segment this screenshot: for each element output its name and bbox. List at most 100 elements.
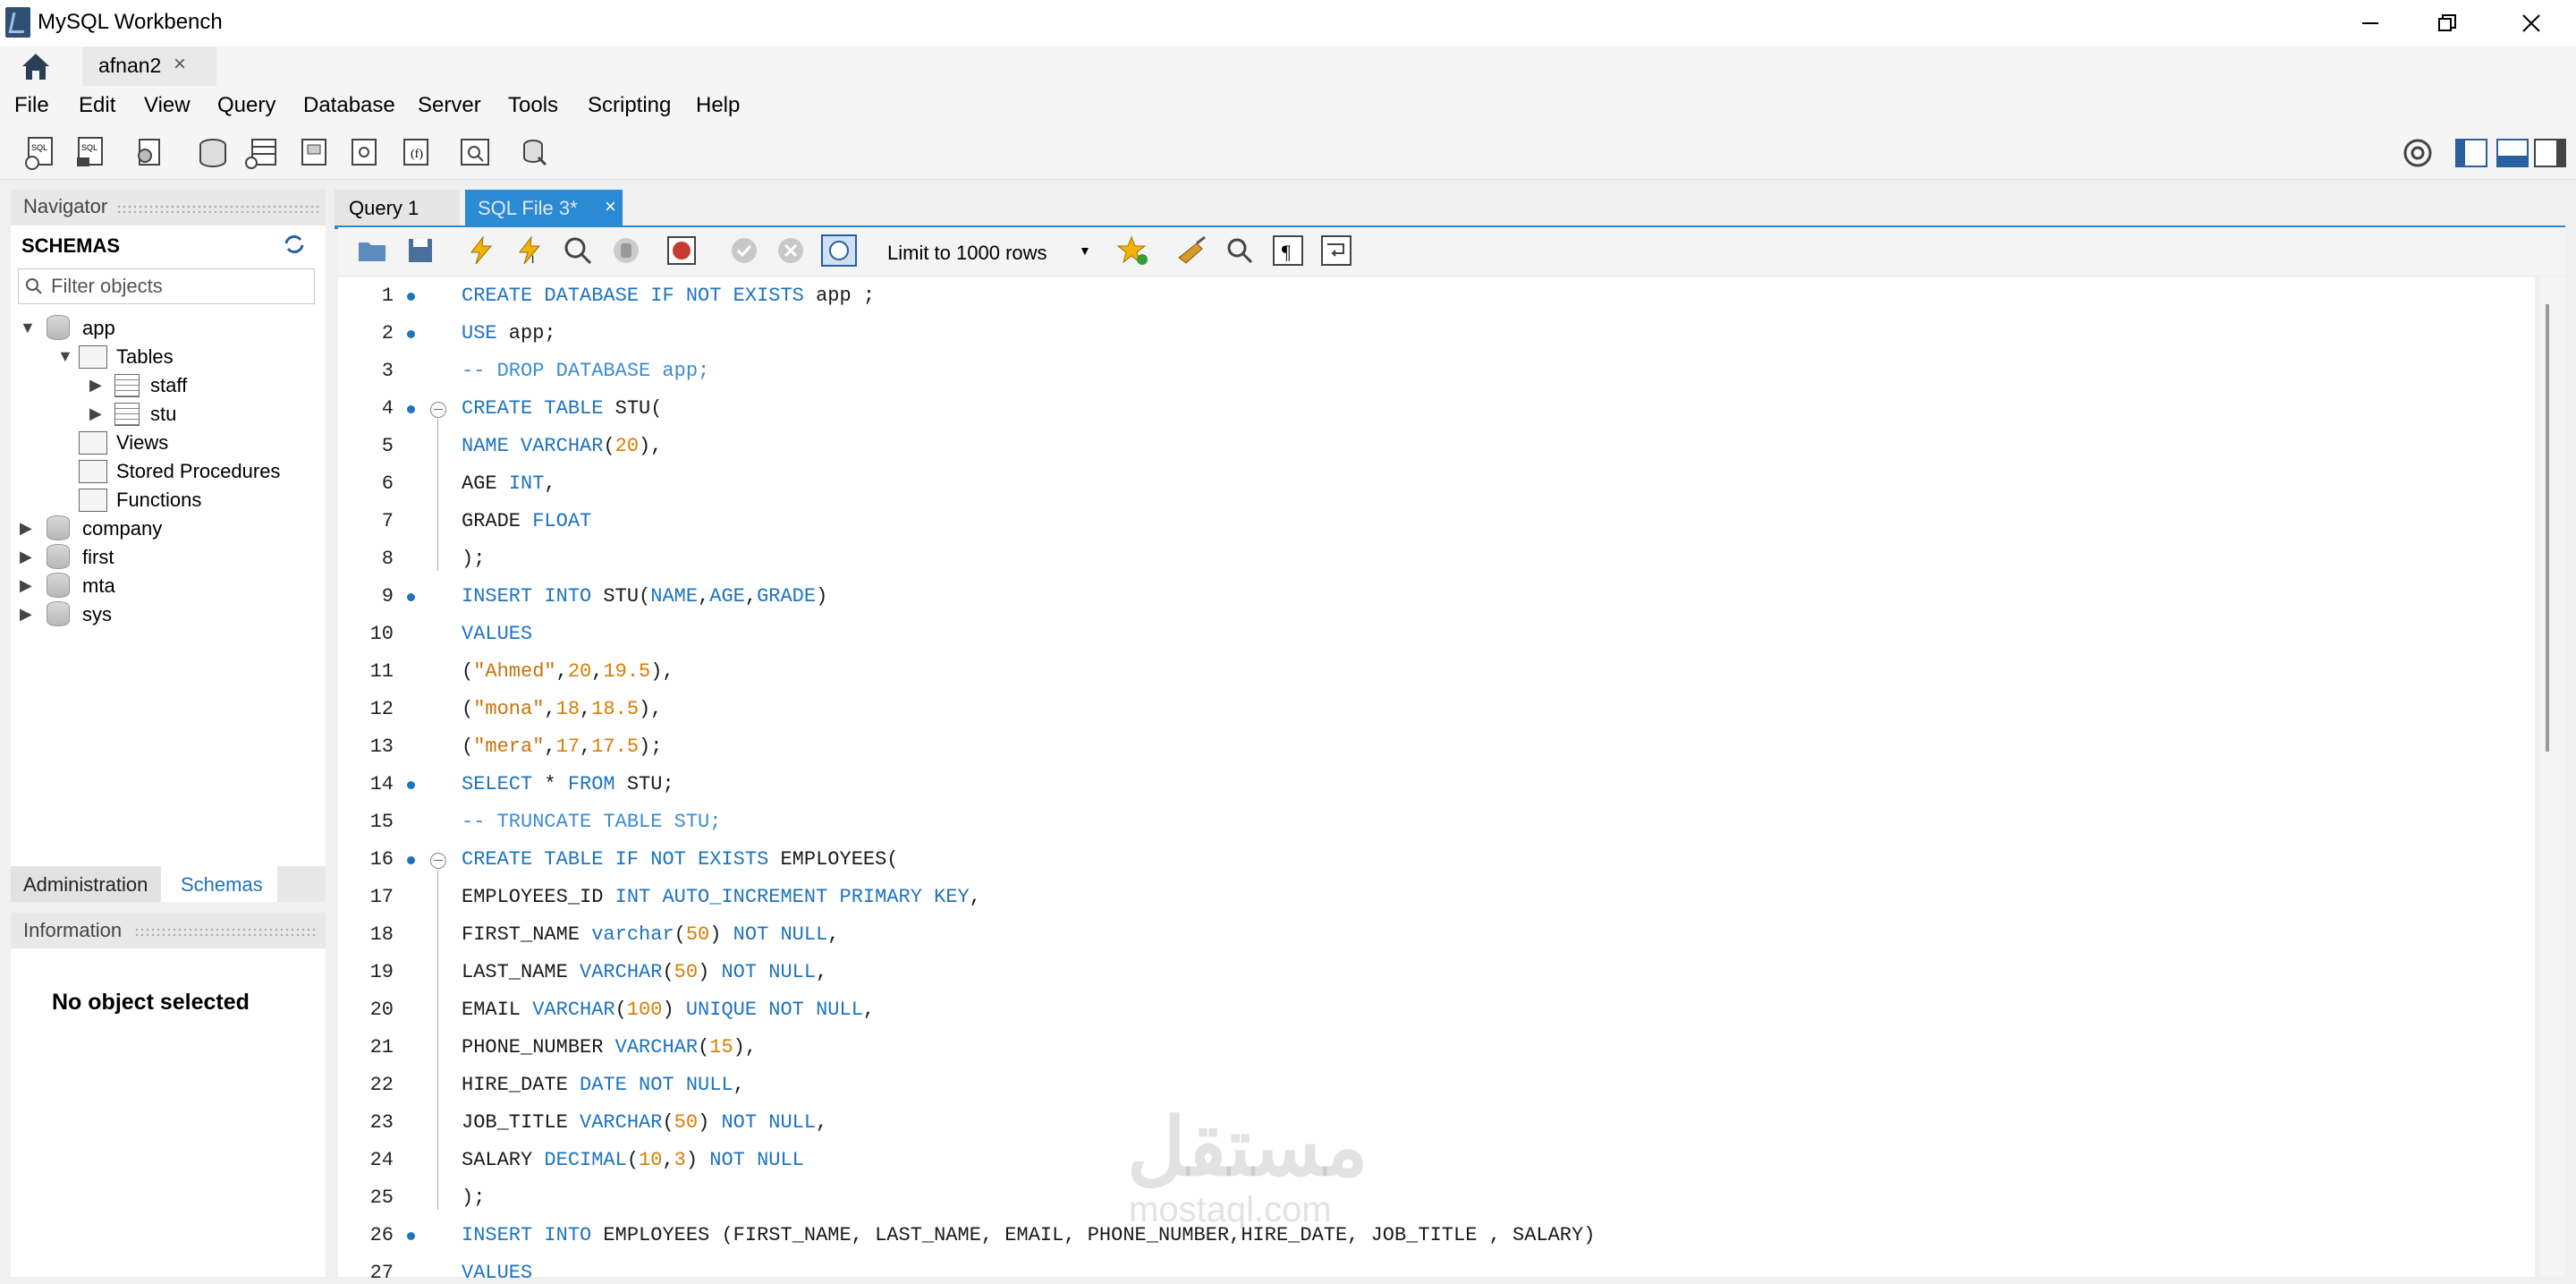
reconnect-icon[interactable] bbox=[515, 134, 553, 172]
execute-lightning-icon[interactable] bbox=[465, 234, 497, 267]
tab-schemas[interactable]: Schemas bbox=[161, 866, 277, 902]
code-line[interactable]: JOB_TITLE VARCHAR(50) NOT NULL, bbox=[462, 1111, 827, 1134]
expand-arrow-tables[interactable]: ▼ bbox=[57, 347, 73, 366]
fold-toggle-icon[interactable] bbox=[430, 402, 446, 418]
expand-arrow-mta[interactable]: ▶ bbox=[20, 576, 32, 595]
commit-icon[interactable] bbox=[728, 234, 760, 267]
create-schema-icon[interactable] bbox=[193, 134, 231, 172]
code-line[interactable]: GRADE FLOAT bbox=[462, 510, 591, 532]
beautify-broom-icon[interactable] bbox=[1175, 234, 1208, 267]
code-line[interactable]: PHONE_NUMBER VARCHAR(15), bbox=[462, 1036, 757, 1059]
expand-arrow-stu[interactable]: ▶ bbox=[89, 404, 102, 423]
code-line[interactable]: CREATE TABLE STU( bbox=[462, 397, 662, 420]
limit-rows-select[interactable]: Limit to 1000 rows ▼ bbox=[880, 234, 1098, 268]
schema-first[interactable]: first bbox=[82, 546, 114, 569]
schema-sys[interactable]: sys bbox=[82, 603, 112, 626]
close-tab-icon[interactable]: × bbox=[605, 195, 616, 218]
stop-hand-icon[interactable] bbox=[610, 234, 642, 267]
code-line[interactable]: EMAIL VARCHAR(100) UNIQUE NOT NULL, bbox=[462, 999, 875, 1021]
tab-administration[interactable]: Administration bbox=[11, 866, 161, 902]
tree-item-stu[interactable]: stu bbox=[150, 403, 176, 426]
tree-item-views[interactable]: Views bbox=[116, 431, 168, 455]
schema-mta[interactable]: mta bbox=[82, 574, 115, 598]
minimize-button[interactable] bbox=[2329, 4, 2411, 43]
word-wrap-icon[interactable] bbox=[1320, 234, 1352, 267]
rollback-icon[interactable] bbox=[775, 234, 807, 267]
menu-tools[interactable]: Tools bbox=[508, 93, 558, 118]
code-line[interactable]: CREATE TABLE IF NOT EXISTS EMPLOYEES( bbox=[462, 848, 899, 871]
expand-arrow-sys[interactable]: ▶ bbox=[20, 605, 32, 624]
code-line[interactable]: -- DROP DATABASE app; bbox=[462, 360, 709, 382]
filter-objects-input[interactable] bbox=[49, 273, 303, 300]
invisible-chars-pilcrow-icon[interactable]: ¶ bbox=[1272, 234, 1304, 267]
expand-arrow-staff[interactable]: ▶ bbox=[89, 376, 102, 395]
execute-current-statement-icon[interactable]: I bbox=[513, 234, 546, 267]
expand-arrow-app[interactable]: ▼ bbox=[20, 319, 36, 337]
code-line[interactable]: LAST_NAME VARCHAR(50) NOT NULL, bbox=[462, 961, 827, 983]
search-table-data-icon[interactable] bbox=[456, 134, 494, 172]
create-table-icon[interactable] bbox=[243, 134, 281, 172]
code-line[interactable]: INSERT INTO EMPLOYEES (FIRST_NAME, LAST_… bbox=[462, 1224, 1595, 1246]
toggle-sidebar-icon[interactable] bbox=[2453, 134, 2490, 172]
create-procedure-icon[interactable] bbox=[345, 134, 383, 172]
home-button[interactable] bbox=[16, 47, 55, 86]
create-view-icon[interactable] bbox=[295, 134, 333, 172]
create-function-icon[interactable]: (f) bbox=[397, 134, 435, 172]
menu-help[interactable]: Help bbox=[696, 93, 740, 118]
find-magnifier-icon[interactable] bbox=[1224, 234, 1256, 267]
code-line[interactable]: AGE INT, bbox=[462, 472, 556, 495]
code-line[interactable]: ); bbox=[462, 548, 485, 570]
code-line[interactable]: INSERT INTO STU(NAME,AGE,GRADE) bbox=[462, 585, 827, 608]
menu-edit[interactable]: Edit bbox=[79, 93, 115, 118]
save-icon[interactable] bbox=[404, 234, 436, 267]
explain-magnifier-icon[interactable] bbox=[562, 234, 594, 267]
refresh-schemas-icon[interactable] bbox=[281, 231, 308, 258]
code-line[interactable]: VALUES bbox=[462, 623, 532, 645]
code-line[interactable]: FIRST_NAME varchar(50) NOT NULL, bbox=[462, 923, 840, 946]
vertical-scrollbar[interactable] bbox=[2540, 277, 2565, 1277]
code-line[interactable]: NAME VARCHAR(20), bbox=[462, 435, 662, 457]
tree-item-stored-procedures[interactable]: Stored Procedures bbox=[116, 460, 280, 483]
schema-app[interactable]: app bbox=[82, 317, 115, 340]
code-line[interactable]: ("mona",18,18.5), bbox=[462, 698, 662, 720]
toggle-output-panel-icon[interactable] bbox=[2494, 134, 2531, 172]
code-line[interactable]: EMPLOYEES_ID INT AUTO_INCREMENT PRIMARY … bbox=[462, 886, 981, 908]
scrollbar-thumb[interactable] bbox=[2546, 304, 2549, 752]
menu-server[interactable]: Server bbox=[418, 93, 481, 118]
expand-arrow-company[interactable]: ▶ bbox=[20, 519, 32, 538]
code-line[interactable]: USE app; bbox=[462, 322, 556, 344]
toggle-secondary-sidebar-icon[interactable] bbox=[2533, 134, 2571, 172]
code-line[interactable]: VALUES bbox=[462, 1262, 532, 1284]
code-line[interactable]: ); bbox=[462, 1186, 485, 1209]
code-line[interactable]: ("Ahmed",20,19.5), bbox=[462, 660, 674, 683]
preferences-gear-icon[interactable] bbox=[2399, 134, 2436, 172]
menu-scripting[interactable]: Scripting bbox=[588, 93, 671, 118]
menu-view[interactable]: View bbox=[144, 93, 191, 118]
open-folder-icon[interactable] bbox=[356, 234, 388, 267]
autocommit-toggle-icon[interactable] bbox=[821, 234, 857, 267]
code-line[interactable]: CREATE DATABASE IF NOT EXISTS app ; bbox=[462, 285, 875, 307]
tree-item-tables[interactable]: Tables bbox=[116, 345, 174, 369]
tab-sql-file-3[interactable]: SQL File 3* × bbox=[465, 190, 623, 225]
code-line[interactable]: -- TRUNCATE TABLE STU; bbox=[462, 811, 721, 833]
close-tab-icon[interactable]: × bbox=[174, 52, 186, 77]
add-snippet-star-icon[interactable] bbox=[1116, 234, 1150, 267]
code-line[interactable]: HIRE_DATE DATE NOT NULL, bbox=[462, 1074, 745, 1096]
menu-file[interactable]: File bbox=[14, 93, 49, 118]
connection-tab[interactable]: afnan2 × bbox=[82, 47, 216, 86]
code-line[interactable]: SELECT * FROM STU; bbox=[462, 773, 674, 795]
menu-database[interactable]: Database bbox=[303, 93, 395, 118]
code-line[interactable]: ("mera",17,17.5); bbox=[462, 736, 662, 758]
code-line[interactable]: SALARY DECIMAL(10,3) NOT NULL bbox=[462, 1149, 804, 1171]
inspector-icon[interactable] bbox=[132, 134, 170, 172]
schema-company[interactable]: company bbox=[82, 517, 162, 540]
tab-query-1[interactable]: Query 1 bbox=[335, 190, 460, 225]
open-sql-script-icon[interactable]: SQL bbox=[73, 134, 111, 172]
expand-arrow-first[interactable]: ▶ bbox=[20, 548, 32, 566]
menu-query[interactable]: Query bbox=[217, 93, 275, 118]
close-window-button[interactable] bbox=[2490, 4, 2572, 43]
tree-item-functions[interactable]: Functions bbox=[116, 489, 201, 512]
restore-button[interactable] bbox=[2406, 4, 2488, 43]
fold-toggle-icon[interactable] bbox=[430, 853, 446, 869]
toggle-error-stop-icon[interactable] bbox=[665, 234, 698, 267]
